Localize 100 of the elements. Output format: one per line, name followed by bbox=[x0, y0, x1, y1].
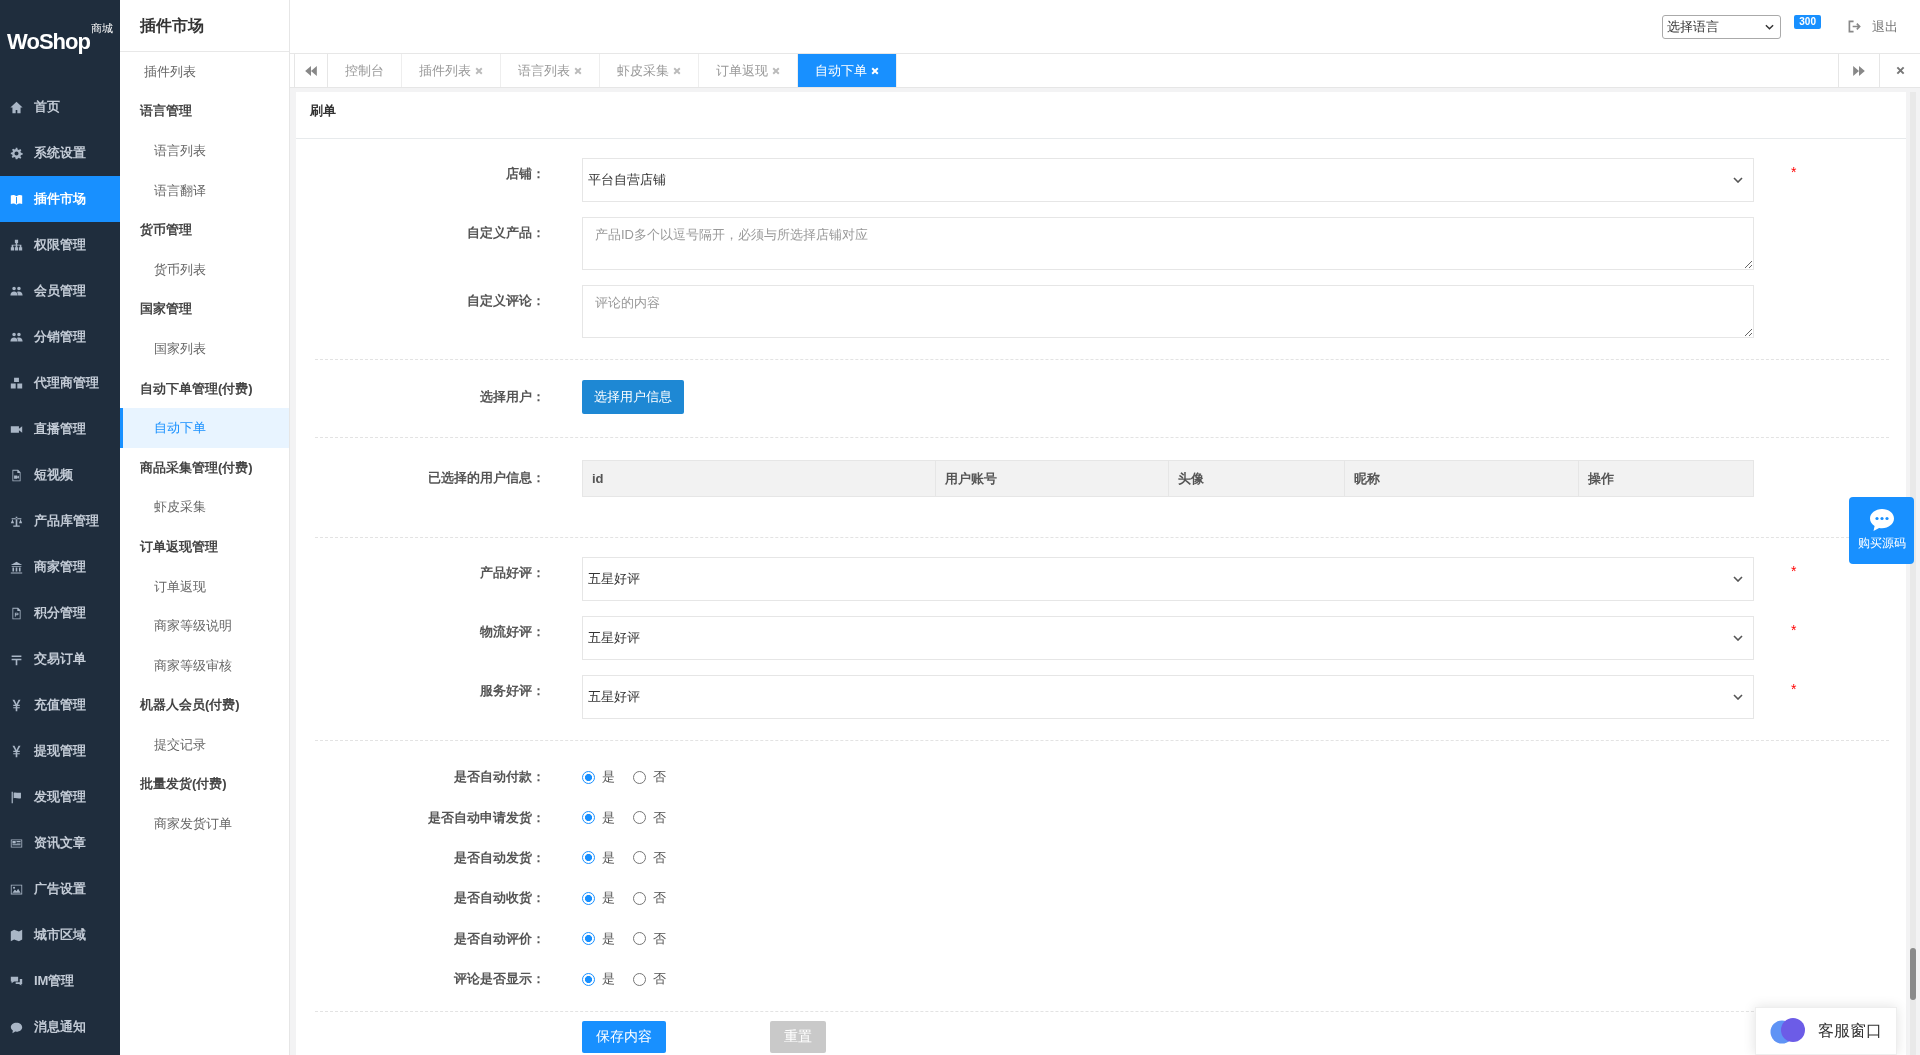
submenu-group[interactable]: 自动下单管理(付费) bbox=[120, 368, 289, 409]
radio-label[interactable]: 否 bbox=[653, 930, 666, 947]
radio-button[interactable] bbox=[582, 770, 595, 784]
users-icon bbox=[10, 284, 23, 298]
field-label: 自定义评论： bbox=[466, 292, 545, 310]
sidebar-item[interactable]: 首页 bbox=[0, 84, 120, 130]
submenu-group[interactable]: 批量发货(付费) bbox=[120, 764, 289, 805]
field-label: 是否自动评价： bbox=[453, 929, 545, 948]
submenu-group[interactable]: 商品采集管理(付费) bbox=[120, 447, 289, 488]
submenu-item[interactable]: 订单返现 bbox=[120, 566, 289, 607]
submenu-group[interactable]: 订单返现管理 bbox=[120, 527, 289, 567]
submenu-item[interactable]: 货币列表 bbox=[120, 249, 289, 290]
field-label: 产品好评： bbox=[479, 564, 545, 582]
sidebar-item[interactable]: IM管理 bbox=[0, 958, 120, 1004]
radio-button[interactable] bbox=[633, 851, 646, 865]
sidebar-item[interactable]: 广告设置 bbox=[0, 866, 120, 912]
submenu-item[interactable]: 国家列表 bbox=[120, 329, 289, 369]
column-header: id bbox=[582, 460, 936, 497]
radio-button[interactable] bbox=[633, 972, 646, 986]
radio-label[interactable]: 是 bbox=[602, 890, 615, 907]
field-label: 是否自动付款： bbox=[453, 768, 545, 787]
select-field[interactable]: 五星好评 bbox=[582, 557, 1754, 601]
overlapping-circles-icon bbox=[1770, 1018, 1806, 1044]
required-mark: * bbox=[1791, 680, 1797, 699]
sidebar-item[interactable]: 直播管理 bbox=[0, 406, 120, 452]
chevron-down-icon bbox=[1765, 23, 1775, 30]
radio-button[interactable] bbox=[633, 891, 646, 905]
cubes-icon bbox=[10, 376, 23, 390]
radio-label[interactable]: 是 bbox=[602, 769, 615, 786]
select-field[interactable]: 五星好评 bbox=[582, 616, 1754, 660]
sidebar-item[interactable]: 资讯文章 bbox=[0, 820, 120, 866]
close-icon[interactable] bbox=[475, 66, 483, 75]
sidebar-item[interactable]: 城市区域 bbox=[0, 912, 120, 958]
sidebar-item[interactable]: 商家管理 bbox=[0, 544, 120, 590]
close-icon[interactable] bbox=[772, 66, 780, 75]
sidebar-item[interactable]: 短视频 bbox=[0, 452, 120, 498]
select-field[interactable]: 平台自营店铺 bbox=[582, 158, 1754, 202]
submenu-group[interactable]: 机器人会员(付费) bbox=[120, 685, 289, 726]
double-arrow-left-icon bbox=[305, 65, 317, 76]
field-label: 选择用户： bbox=[479, 388, 545, 406]
radio-label[interactable]: 否 bbox=[653, 971, 666, 988]
language-select[interactable]: 选择语言 bbox=[1662, 14, 1782, 39]
radio-label[interactable]: 是 bbox=[602, 971, 615, 988]
close-icon[interactable] bbox=[673, 66, 681, 75]
submenu-title: 插件市场 bbox=[120, 0, 289, 52]
form-button[interactable]: 选择用户信息 bbox=[582, 380, 684, 414]
radio-button[interactable] bbox=[633, 932, 646, 946]
textarea-field[interactable]: 产品ID多个以逗号隔开，必须与所选择店铺对应 bbox=[582, 217, 1754, 270]
radio-button[interactable] bbox=[582, 811, 595, 825]
radio-label[interactable]: 是 bbox=[602, 930, 615, 947]
close-icon[interactable] bbox=[574, 66, 582, 75]
sidebar-item[interactable]: 交易订单 bbox=[0, 636, 120, 682]
submenu-item[interactable]: 语言翻译 bbox=[120, 170, 289, 211]
radio-button[interactable] bbox=[582, 972, 595, 986]
sidebar-item[interactable]: 提现管理 bbox=[0, 728, 120, 774]
radio-label[interactable]: 否 bbox=[653, 849, 666, 866]
radio-label[interactable]: 否 bbox=[653, 769, 666, 786]
sidebar-item[interactable]: 充值管理 bbox=[0, 682, 120, 728]
radio-button[interactable] bbox=[633, 811, 646, 825]
radio-button[interactable] bbox=[633, 770, 646, 784]
chevron-down-icon bbox=[1733, 694, 1743, 700]
yen-icon bbox=[10, 698, 23, 712]
submenu-item[interactable]: 语言列表 bbox=[120, 131, 289, 171]
sidebar-item[interactable]: 消息通知 bbox=[0, 1004, 120, 1050]
radio-label[interactable]: 否 bbox=[653, 890, 666, 907]
sidebar-item[interactable]: 系统设置 bbox=[0, 130, 120, 176]
submenu-item[interactable]: 商家等级审核 bbox=[120, 645, 289, 686]
open-book-icon bbox=[10, 192, 23, 206]
chevron-down-icon bbox=[1733, 635, 1743, 641]
select-field[interactable]: 五星好评 bbox=[582, 675, 1754, 719]
sidebar-item[interactable]: 发现管理 bbox=[0, 774, 120, 820]
submenu-item[interactable]: 插件列表 bbox=[120, 52, 289, 92]
field-label: 是否自动申请发货： bbox=[427, 808, 545, 827]
field-label: 自定义产品： bbox=[466, 224, 545, 242]
submenu-group[interactable]: 货币管理 bbox=[120, 210, 289, 250]
radio-button[interactable] bbox=[582, 851, 595, 865]
sidebar-item[interactable]: 代理商管理 bbox=[0, 360, 120, 406]
sidebar-item[interactable]: 权限管理 bbox=[0, 222, 120, 268]
scroll-tabs-left-button[interactable] bbox=[294, 54, 328, 87]
logout-link[interactable]: 退出 bbox=[1848, 17, 1898, 36]
radio-button[interactable] bbox=[582, 932, 595, 946]
sidebar-item[interactable]: 产品库管理 bbox=[0, 498, 120, 544]
radio-label[interactable]: 是 bbox=[602, 809, 615, 826]
textarea-field[interactable]: 评论的内容 bbox=[582, 285, 1754, 338]
submenu-item[interactable]: 虾皮采集 bbox=[120, 487, 289, 528]
radio-label[interactable]: 否 bbox=[653, 809, 666, 826]
submenu-group[interactable]: 语言管理 bbox=[120, 91, 289, 132]
sidebar-item[interactable]: 会员管理 bbox=[0, 268, 120, 314]
submenu-item[interactable]: 商家等级说明 bbox=[120, 606, 289, 646]
sidebar-item[interactable]: 积分管理 bbox=[0, 590, 120, 636]
sidebar-item[interactable]: 分销管理 bbox=[0, 314, 120, 360]
radio-button[interactable] bbox=[582, 891, 595, 905]
customer-service-button[interactable]: 客服窗口 bbox=[1755, 1007, 1897, 1055]
scroll-thumb[interactable] bbox=[1910, 948, 1916, 1000]
comment-icon bbox=[10, 1020, 23, 1034]
submenu-item[interactable]: 提交记录 bbox=[120, 725, 289, 765]
submenu-group[interactable]: 国家管理 bbox=[120, 289, 289, 330]
newspaper-icon bbox=[10, 836, 23, 850]
radio-label[interactable]: 是 bbox=[602, 849, 615, 866]
submenu-item[interactable]: 商家发货订单 bbox=[120, 804, 289, 844]
